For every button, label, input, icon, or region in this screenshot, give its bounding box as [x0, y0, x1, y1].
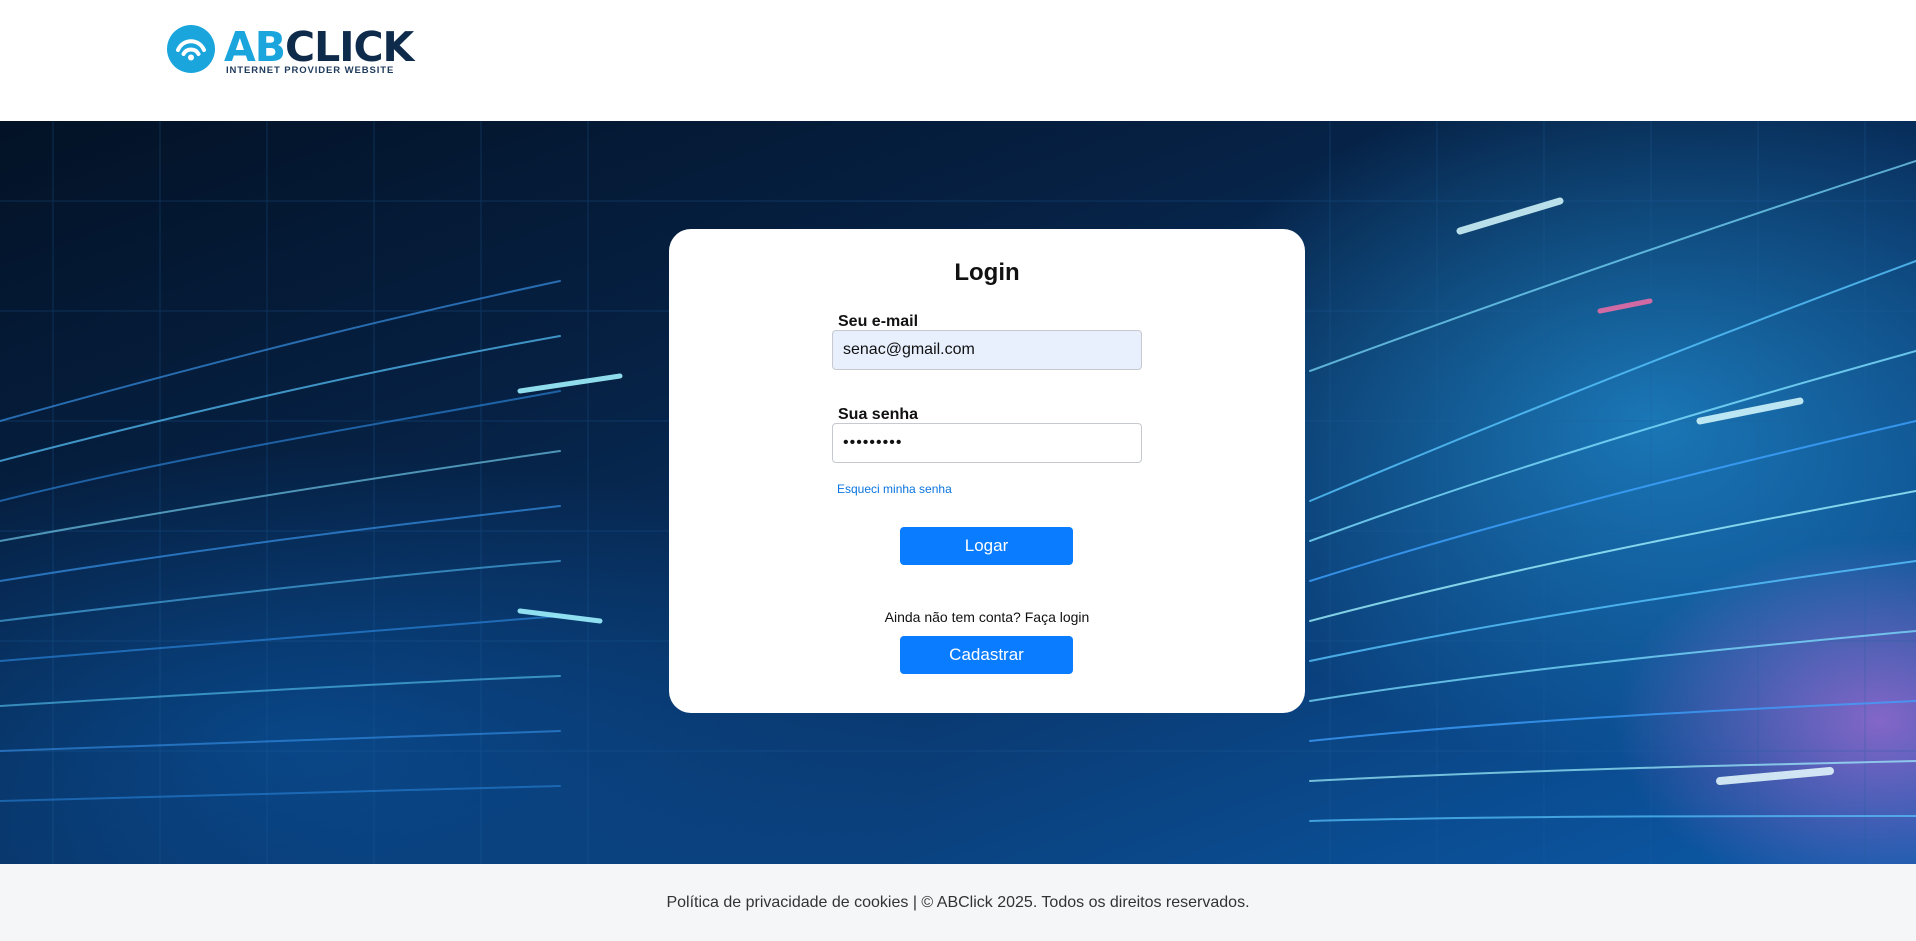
hero-background: Login Seu e-mail Sua senha Esqueci minha…	[0, 121, 1916, 864]
wifi-signal-icon	[167, 25, 215, 73]
signup-button[interactable]: Cadastrar	[900, 636, 1073, 674]
footer-text: Política de privacidade de cookies | © A…	[666, 893, 1250, 911]
logo-wordmark: ABCLICK	[224, 23, 414, 71]
site-header: ABCLICK INTERNET PROVIDER WEBSITE	[0, 0, 1916, 121]
logo-tagline: INTERNET PROVIDER WEBSITE	[226, 65, 395, 76]
email-field[interactable]	[832, 330, 1142, 370]
forgot-password-link[interactable]: Esqueci minha senha	[837, 482, 952, 496]
login-title: Login	[954, 259, 1020, 286]
site-footer: Política de privacidade de cookies | © A…	[0, 864, 1916, 941]
email-label: Seu e-mail	[838, 313, 919, 330]
password-label: Sua senha	[838, 406, 919, 423]
site-logo[interactable]: ABCLICK INTERNET PROVIDER WEBSITE	[167, 25, 417, 77]
login-button[interactable]: Logar	[900, 527, 1073, 565]
signup-prompt: Ainda não tem conta? Faça login	[884, 609, 1090, 625]
login-card: Login Seu e-mail Sua senha Esqueci minha…	[669, 229, 1305, 713]
password-field[interactable]	[832, 423, 1142, 463]
